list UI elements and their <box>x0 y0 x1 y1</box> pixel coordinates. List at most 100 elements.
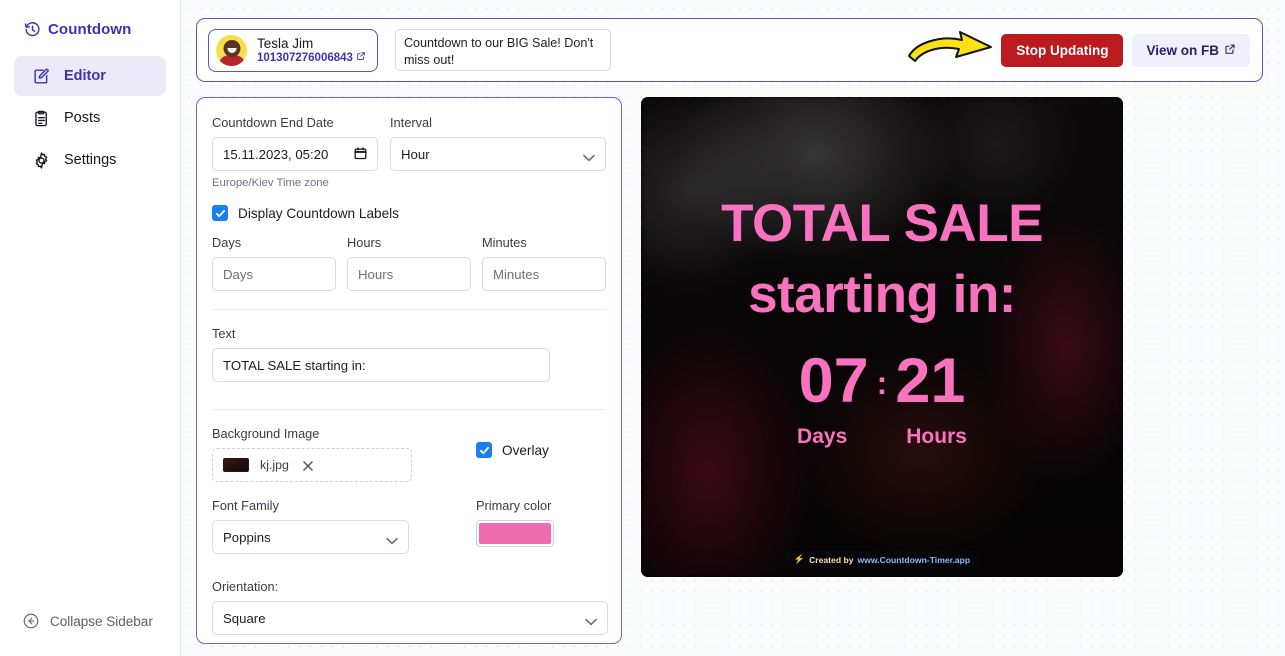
preview-unit-labels: Days Hours <box>797 425 967 449</box>
interval-group: Interval <box>390 115 606 171</box>
avatar <box>216 34 247 66</box>
font-family-select[interactable] <box>212 520 409 554</box>
yellow-curved-arrow <box>906 30 998 72</box>
days-input[interactable] <box>212 257 336 291</box>
topbar-actions: Stop Updating View on FB <box>908 30 1250 67</box>
sidebar-item-label: Settings <box>64 152 117 168</box>
minutes-input[interactable] <box>482 257 606 291</box>
hours-group: Hours <box>347 235 471 291</box>
background-row: Background Image kj.jpg Overlay <box>212 426 606 482</box>
gear-icon <box>31 150 51 170</box>
collapse-sidebar-label: Collapse Sidebar <box>50 613 153 629</box>
view-on-fb-button[interactable]: View on FB <box>1132 33 1250 67</box>
content-row: Countdown End Date 15.11.2023, 05:20 Int… <box>196 97 1263 644</box>
primary-color-label: Primary color <box>476 498 552 513</box>
main-content: Tesla Jim 101307276006843 Countdown to o… <box>181 0 1285 656</box>
sidebar: Countdown Editor Posts Settings Collapse… <box>0 0 181 656</box>
font-family-select-wrap <box>212 520 409 554</box>
preview-separator: : <box>876 364 888 401</box>
timezone-note: Europe/Kiev Time zone <box>212 177 329 189</box>
primary-color-swatch[interactable] <box>476 520 554 547</box>
background-thumbnail <box>223 458 249 472</box>
view-on-fb-label: View on FB <box>1146 42 1219 58</box>
preview-hours-value: 21 <box>895 345 966 416</box>
primary-color-fill <box>479 523 551 544</box>
arrow-left-circle-icon <box>22 612 40 630</box>
orientation-select-wrap <box>212 601 608 635</box>
topbar: Tesla Jim 101307276006843 Countdown to o… <box>196 18 1263 82</box>
minutes-group: Minutes <box>482 235 606 291</box>
profile-page-id-text: 101307276006843 <box>257 51 353 64</box>
background-image-label: Background Image <box>212 426 320 441</box>
preview-credit-badge[interactable]: ⚡ Created by www.Countdown-Timer.app <box>784 551 980 568</box>
orientation-label: Orientation: <box>212 579 279 594</box>
hours-input[interactable] <box>347 257 471 291</box>
preview-title-line1: TOTAL SALE <box>721 193 1043 253</box>
credit-prefix: Created by <box>809 554 854 565</box>
unit-labels-row: Days Hours Minutes <box>212 235 606 291</box>
end-date-label: Countdown End Date <box>212 115 334 130</box>
collapse-sidebar-button[interactable]: Collapse Sidebar <box>22 612 153 630</box>
end-date-group: Countdown End Date <box>212 115 378 171</box>
sidebar-nav: Editor Posts Settings <box>0 56 180 180</box>
end-date-input-wrap <box>212 137 378 171</box>
sidebar-item-label: Editor <box>64 68 106 84</box>
preview-content: TOTAL SALE starting in: 07 : 21 Days Hou… <box>641 97 1123 577</box>
days-group: Days <box>212 235 336 291</box>
font-family-group: Font Family <box>212 498 455 554</box>
profile-page-id: 101307276006843 <box>257 51 366 65</box>
text-group: Text <box>212 326 606 382</box>
hours-label: Hours <box>347 235 382 250</box>
pencil-square-icon <box>31 66 51 86</box>
interval-select-wrap <box>390 137 606 171</box>
end-date-input[interactable] <box>212 137 378 171</box>
date-interval-row: Countdown End Date 15.11.2023, 05:20 Int… <box>212 115 606 171</box>
preview-title-line2: starting in: <box>748 264 1016 324</box>
close-x-icon[interactable] <box>302 459 314 471</box>
overlay-checkbox[interactable] <box>476 442 492 458</box>
brand-logo[interactable]: Countdown <box>0 0 180 44</box>
countdown-preview: TOTAL SALE starting in: 07 : 21 Days Hou… <box>641 97 1123 577</box>
brand-name: Countdown <box>48 20 132 38</box>
orientation-select[interactable] <box>212 601 608 635</box>
profile-name: Tesla Jim <box>257 35 314 51</box>
preview-days-label: Days <box>797 424 848 448</box>
stop-updating-button[interactable]: Stop Updating <box>1001 33 1124 67</box>
clipboard-icon <box>31 108 51 128</box>
days-label: Days <box>212 235 242 250</box>
post-message-textarea[interactable] <box>394 29 611 71</box>
sidebar-item-posts[interactable]: Posts <box>14 98 166 138</box>
primary-color-group: Primary color <box>476 498 554 547</box>
sidebar-item-label: Posts <box>64 110 101 126</box>
section-divider-2 <box>212 409 606 410</box>
font-color-row: Font Family Primary color <box>212 498 606 554</box>
background-file-chip[interactable]: kj.jpg <box>212 448 412 482</box>
sidebar-item-editor[interactable]: Editor <box>14 56 166 96</box>
orientation-group: Orientation: <box>212 579 608 635</box>
background-file-name: kj.jpg <box>260 458 289 472</box>
display-labels-label: Display Countdown Labels <box>238 205 399 221</box>
overlay-row: Overlay <box>476 442 549 458</box>
external-link-icon <box>1224 43 1236 58</box>
text-input[interactable] <box>212 348 550 382</box>
profile-chip[interactable]: Tesla Jim 101307276006843 <box>208 28 378 72</box>
minutes-label: Minutes <box>482 235 527 250</box>
preview-days-value: 07 <box>798 345 869 416</box>
overlay-group: Overlay <box>476 426 549 458</box>
countdown-clock-icon <box>24 21 41 38</box>
sidebar-item-settings[interactable]: Settings <box>14 140 166 180</box>
overlay-label: Overlay <box>502 442 549 458</box>
font-family-label: Font Family <box>212 498 279 513</box>
display-labels-checkbox[interactable] <box>212 205 228 221</box>
preview-title: TOTAL SALE starting in: <box>721 188 1043 330</box>
credit-link: www.Countdown-Timer.app <box>857 554 971 565</box>
text-label: Text <box>212 326 236 341</box>
preview-digits: 07 : 21 <box>799 348 966 414</box>
editor-panel: Countdown End Date 15.11.2023, 05:20 Int… <box>196 97 622 644</box>
preview-hours-label: Hours <box>906 424 967 448</box>
interval-select[interactable] <box>390 137 606 171</box>
interval-label: Interval <box>390 115 432 130</box>
display-labels-row: Display Countdown Labels <box>212 205 606 221</box>
external-link-icon <box>356 51 366 65</box>
background-image-group: Background Image kj.jpg <box>212 426 455 482</box>
